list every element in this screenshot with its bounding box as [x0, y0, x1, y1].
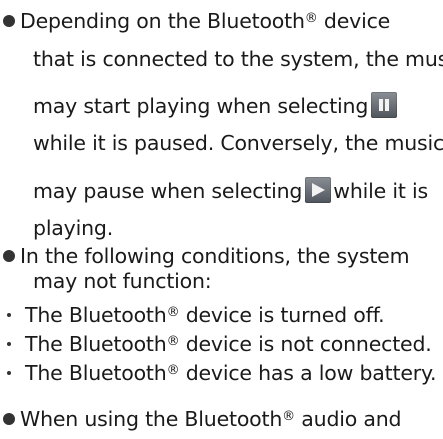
- sub-bullet-dot: [7, 313, 11, 317]
- registered-mark: ®: [166, 305, 180, 320]
- registered-mark: ®: [304, 11, 318, 26]
- bullet2-sub1: The Bluetooth® device is turned off.: [25, 302, 385, 328]
- bullet1-text: while it is: [333, 179, 428, 203]
- bullet3-line1: When using the Bluetooth® audio and: [20, 406, 402, 432]
- bullet2-sub3: The Bluetooth® device has a low battery.: [25, 360, 437, 386]
- bullet2-line2: may not function:: [33, 269, 212, 293]
- sub-bullet-text: The Bluetooth: [25, 361, 167, 385]
- sub-bullet-text: The Bluetooth: [25, 332, 167, 356]
- bullet3-text: audio and: [294, 407, 402, 431]
- bullet2-sub2: The Bluetooth® device is not connected.: [25, 331, 432, 357]
- bullet1-line5: may pause when selecting while it is: [33, 177, 428, 204]
- bullet-dot: [3, 15, 15, 27]
- sub-bullet-text: device is not connected.: [179, 332, 432, 356]
- sub-bullet-dot: [7, 371, 11, 375]
- bullet-dot: [3, 250, 15, 262]
- bullet1-line6: playing.: [33, 216, 114, 240]
- play-icon: [305, 177, 332, 203]
- bullet-dot: [3, 413, 15, 425]
- bullet1-text: may pause when selecting: [33, 179, 303, 203]
- bullet1-line3: may start playing when selecting: [33, 92, 399, 119]
- bullet1-line4: while it is paused. Conversely, the musi…: [33, 131, 443, 155]
- bullet1-text: may start playing when selecting: [33, 94, 369, 118]
- registered-mark: ®: [166, 363, 180, 378]
- sub-bullet-text: device is turned off.: [179, 303, 385, 327]
- sub-bullet-text: device has a low battery.: [179, 361, 437, 385]
- bullet1-line2: that is connected to the system, the mus…: [33, 47, 443, 71]
- bullet3-text: When using the Bluetooth: [20, 407, 283, 431]
- bullet2-line1: In the following conditions, the system: [20, 244, 410, 268]
- sub-bullet-text: The Bluetooth: [25, 303, 167, 327]
- bullet1-line1: Depending on the Bluetooth® device: [20, 8, 390, 34]
- registered-mark: ®: [282, 409, 295, 424]
- bullet1-text-a: Depending on the Bluetooth: [20, 9, 305, 33]
- sub-bullet-dot: [7, 342, 11, 346]
- manual-page: Depending on the Bluetooth® device that …: [0, 0, 443, 439]
- bullet1-text-b: device: [317, 9, 391, 33]
- registered-mark: ®: [166, 334, 180, 349]
- pause-icon: [371, 92, 398, 118]
